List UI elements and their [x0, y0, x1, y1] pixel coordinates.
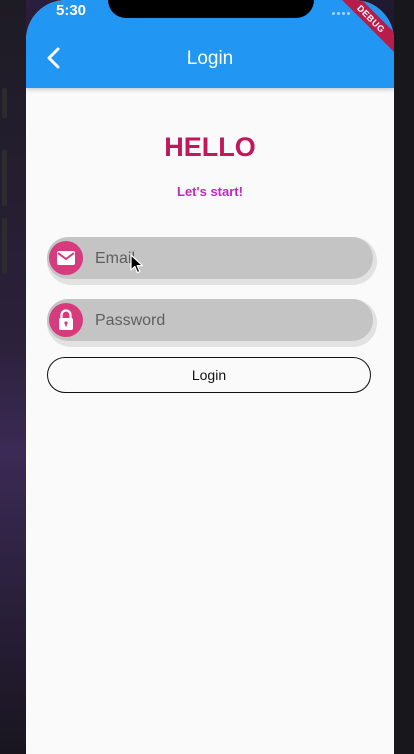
- device-bezel-right: [394, 0, 414, 754]
- email-field[interactable]: [47, 237, 373, 279]
- greeting-title: HELLO: [164, 132, 256, 162]
- mute-switch: [2, 88, 7, 118]
- email-field-container: [47, 237, 377, 285]
- volume-down-button: [2, 218, 7, 274]
- page-title: Login: [186, 48, 234, 69]
- envelope-icon: [49, 241, 83, 275]
- password-input[interactable]: [93, 307, 367, 335]
- device-bezel-left: [0, 0, 26, 754]
- app-bar: 5:30 DEBUG Login: [26, 0, 394, 88]
- volume-up-button: [2, 150, 7, 206]
- lock-icon: [49, 303, 83, 337]
- phone-screen: 5:30 DEBUG Login HELLO Let's start! Emai…: [26, 0, 394, 754]
- greeting-subtitle: Let's start!: [177, 184, 243, 199]
- device-notch: [108, 0, 314, 18]
- cellular-signal-icon: [332, 11, 350, 15]
- password-field-container: [47, 299, 377, 347]
- status-time: 5:30: [56, 2, 87, 19]
- password-field[interactable]: [47, 299, 373, 341]
- login-button[interactable]: Login: [47, 357, 371, 393]
- mouse-pointer-icon: [130, 254, 144, 279]
- status-bar: 5:30 DEBUG: [26, 0, 394, 56]
